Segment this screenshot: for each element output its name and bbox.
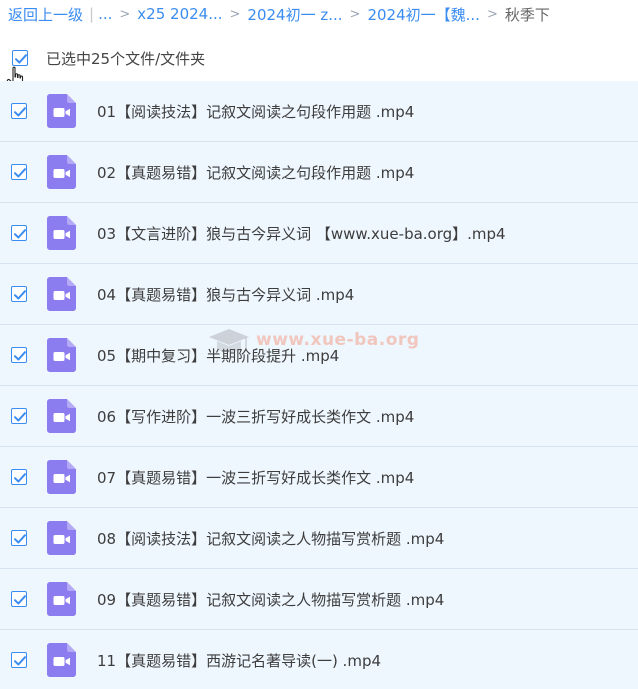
file-row[interactable]: 09【真题易错】记叙文阅读之人物描写赏析题 .mp4 [0, 569, 638, 630]
video-file-icon [47, 338, 76, 372]
file-checkbox[interactable] [11, 286, 27, 302]
file-row[interactable]: 04【真题易错】狼与古今异义词 .mp4 [0, 264, 638, 325]
checkmark-icon [14, 534, 26, 544]
file-name[interactable]: 01【阅读技法】记叙文阅读之句段作用题 .mp4 [97, 101, 414, 122]
video-file-icon [47, 521, 76, 555]
file-list: 01【阅读技法】记叙文阅读之句段作用题 .mp4 02【真题易错】记叙文阅读之句段… [0, 81, 638, 689]
select-all-checkbox[interactable] [12, 50, 28, 66]
file-row[interactable]: 08【阅读技法】记叙文阅读之人物描写赏析题 .mp4 [0, 508, 638, 569]
file-name[interactable]: 08【阅读技法】记叙文阅读之人物描写赏析题 .mp4 [97, 528, 444, 549]
chevron-right-icon: > [349, 6, 361, 22]
checkmark-icon [15, 54, 27, 64]
file-checkbox[interactable] [11, 347, 27, 363]
file-name[interactable]: 05【期中复习】半期阶段提升 .mp4 [97, 345, 339, 366]
file-checkbox[interactable] [11, 103, 27, 119]
select-all-row: 已选中25个文件/文件夹 [0, 40, 638, 76]
file-name[interactable]: 11【真题易错】西游记名著导读(一) .mp4 [97, 650, 381, 671]
breadcrumb-item-2024-wei[interactable]: 2024初一【魏... [367, 4, 479, 25]
breadcrumb: 返回上一级 | ... > x25 2024... > 2024初一 z... … [0, 0, 638, 28]
file-row[interactable]: 06【写作进阶】一波三折写好成长类作文 .mp4 [0, 386, 638, 447]
checkmark-icon [14, 412, 26, 422]
file-name[interactable]: 02【真题易错】记叙文阅读之句段作用题 .mp4 [97, 162, 414, 183]
file-row[interactable]: 05【期中复习】半期阶段提升 .mp4 [0, 325, 638, 386]
chevron-right-icon: > [119, 6, 131, 22]
video-file-icon [47, 582, 76, 616]
file-browser: 返回上一级 | ... > x25 2024... > 2024初一 z... … [0, 0, 638, 689]
checkmark-icon [14, 290, 26, 300]
breadcrumb-item-x25[interactable]: x25 2024... [137, 5, 222, 23]
video-file-icon [47, 643, 76, 677]
checkmark-icon [14, 229, 26, 239]
file-checkbox[interactable] [11, 469, 27, 485]
video-file-icon [47, 277, 76, 311]
video-file-icon [47, 460, 76, 494]
checkmark-icon [14, 351, 26, 361]
file-name[interactable]: 06【写作进阶】一波三折写好成长类作文 .mp4 [97, 406, 414, 427]
file-name[interactable]: 04【真题易错】狼与古今异义词 .mp4 [97, 284, 354, 305]
video-file-icon [47, 216, 76, 250]
selection-count-label: 已选中25个文件/文件夹 [46, 49, 206, 68]
file-checkbox[interactable] [11, 164, 27, 180]
checkmark-icon [14, 656, 26, 666]
video-file-icon [47, 94, 76, 128]
file-name[interactable]: 03【文言进阶】狼与古今异义词 【www.xue-ba.org】.mp4 [97, 223, 506, 244]
file-checkbox[interactable] [11, 225, 27, 241]
breadcrumb-separator: | [89, 5, 95, 23]
breadcrumb-item-2024-z[interactable]: 2024初一 z... [247, 4, 342, 25]
breadcrumb-item-ellipsis[interactable]: ... [98, 5, 112, 23]
file-checkbox[interactable] [11, 408, 27, 424]
file-row[interactable]: 01【阅读技法】记叙文阅读之句段作用题 .mp4 [0, 81, 638, 142]
breadcrumb-current: 秋季下 [504, 5, 550, 24]
file-row[interactable]: 02【真题易错】记叙文阅读之句段作用题 .mp4 [0, 142, 638, 203]
checkmark-icon [14, 168, 26, 178]
file-name[interactable]: 09【真题易错】记叙文阅读之人物描写赏析题 .mp4 [97, 589, 444, 610]
file-row[interactable]: 03【文言进阶】狼与古今异义词 【www.xue-ba.org】.mp4 [0, 203, 638, 264]
file-row[interactable]: 11【真题易错】西游记名著导读(一) .mp4 [0, 630, 638, 689]
file-checkbox[interactable] [11, 530, 27, 546]
checkmark-icon [14, 473, 26, 483]
checkmark-icon [14, 107, 26, 117]
file-name[interactable]: 07【真题易错】一波三折写好成长类作文 .mp4 [97, 467, 414, 488]
chevron-right-icon: > [486, 6, 498, 22]
video-file-icon [47, 399, 76, 433]
video-file-icon [47, 155, 76, 189]
checkmark-icon [14, 595, 26, 605]
back-link[interactable]: 返回上一级 [8, 4, 83, 25]
chevron-right-icon: > [229, 6, 241, 22]
file-row[interactable]: 07【真题易错】一波三折写好成长类作文 .mp4 [0, 447, 638, 508]
file-checkbox[interactable] [11, 652, 27, 668]
file-checkbox[interactable] [11, 591, 27, 607]
